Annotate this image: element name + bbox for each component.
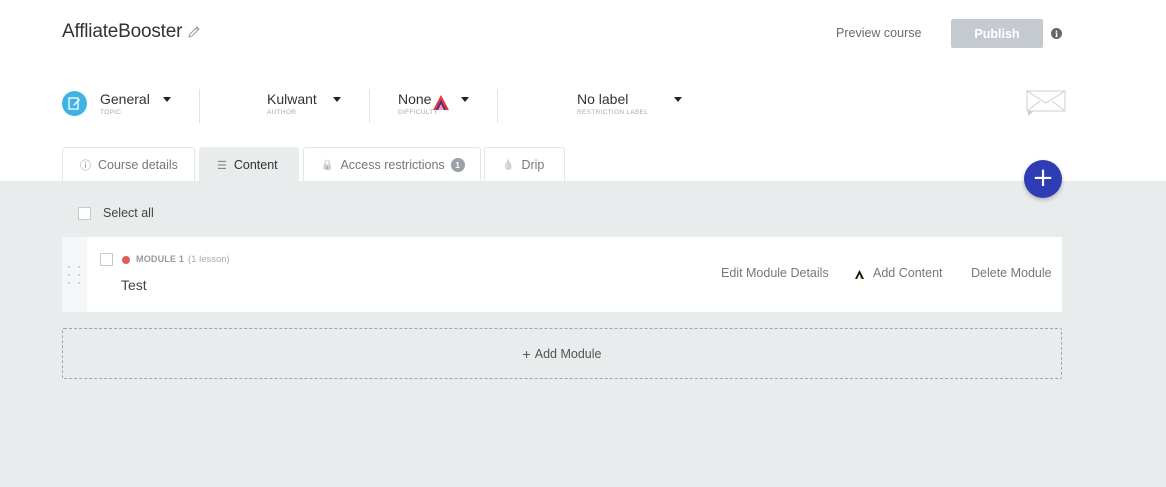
tab-content[interactable]: ☰ Content xyxy=(199,147,299,182)
restriction-count-badge: 1 xyxy=(450,158,465,172)
topic-label: TOPIC xyxy=(100,109,122,116)
chevron-down-icon xyxy=(674,97,682,102)
info-circle-icon: ⓘ xyxy=(80,160,91,172)
tab-label: Content xyxy=(233,158,278,172)
tab-label: Access restrictions xyxy=(340,158,445,172)
preview-course-link[interactable]: Preview course xyxy=(836,26,921,40)
drag-handle-icon[interactable] xyxy=(62,237,87,312)
difficulty-value: None xyxy=(398,91,432,107)
module-label: MODULE 1 xyxy=(136,254,185,264)
pencil-icon[interactable] xyxy=(187,25,201,39)
info-icon[interactable]: i xyxy=(1051,28,1062,39)
add-fab-button[interactable]: + xyxy=(1024,160,1062,198)
module-card: MODULE 1 (1 lesson) Test Edit Module Det… xyxy=(62,237,1062,312)
add-module-label: Add Module xyxy=(534,346,602,361)
module-lesson-count: (1 lesson) xyxy=(188,254,230,265)
add-module-button[interactable]: + Add Module xyxy=(62,328,1062,379)
list-icon: ☰ xyxy=(217,159,227,172)
add-content-link[interactable]: Add Content xyxy=(873,266,943,280)
select-all-checkbox[interactable] xyxy=(78,206,91,220)
topic-edit-icon xyxy=(62,91,87,116)
difficulty-selector[interactable]: None DIFFICULTY xyxy=(370,85,490,125)
chevron-down-icon xyxy=(163,97,171,102)
course-title-row: AffliateBooster xyxy=(62,21,201,43)
module-status-dot xyxy=(122,256,130,264)
publish-button[interactable]: Publish xyxy=(951,19,1043,48)
plus-icon: + xyxy=(522,345,531,362)
restriction-label: RESTRICTION LABEL xyxy=(577,109,649,116)
chevron-down-icon xyxy=(461,97,469,102)
restriction-value: No label xyxy=(577,91,629,107)
course-header: AffliateBooster Preview course Publish i… xyxy=(0,0,1166,182)
restriction-label-selector[interactable]: No label RESTRICTION LABEL xyxy=(500,85,1066,125)
delete-module-link[interactable]: Delete Module xyxy=(971,266,1052,280)
topic-value: General xyxy=(100,91,150,107)
edit-module-details-link[interactable]: Edit Module Details xyxy=(721,266,829,280)
meta-divider xyxy=(497,89,498,123)
lock-icon: 🔒 xyxy=(321,159,334,171)
add-content-icon xyxy=(854,267,865,279)
drop-icon: 💧 xyxy=(502,159,515,171)
select-all-row: Select all xyxy=(78,206,154,220)
module-checkbox[interactable] xyxy=(100,253,113,266)
author-selector[interactable]: Kulwant AUTHOR xyxy=(200,85,449,125)
course-title[interactable]: AffliateBooster xyxy=(62,21,182,43)
course-meta-row: General TOPIC Kulwant AUTHOR None DIFFIC… xyxy=(0,85,1166,125)
author-value: Kulwant xyxy=(267,91,317,107)
topic-selector[interactable]: General TOPIC xyxy=(0,85,190,125)
difficulty-label: DIFFICULTY xyxy=(398,109,439,116)
tab-access-restrictions[interactable]: 🔒 Access restrictions 1 xyxy=(303,147,481,182)
select-all-label[interactable]: Select all xyxy=(103,206,154,220)
tab-label: Drip xyxy=(521,158,545,172)
author-label: AUTHOR xyxy=(267,109,297,116)
tab-course-details[interactable]: ⓘ Course details xyxy=(62,147,195,182)
tab-drip[interactable]: 💧 Drip xyxy=(484,147,565,182)
envelope-label-icon xyxy=(1026,90,1066,117)
module-name[interactable]: Test xyxy=(121,277,147,293)
chevron-down-icon xyxy=(333,97,341,102)
tab-label: Course details xyxy=(98,158,178,172)
